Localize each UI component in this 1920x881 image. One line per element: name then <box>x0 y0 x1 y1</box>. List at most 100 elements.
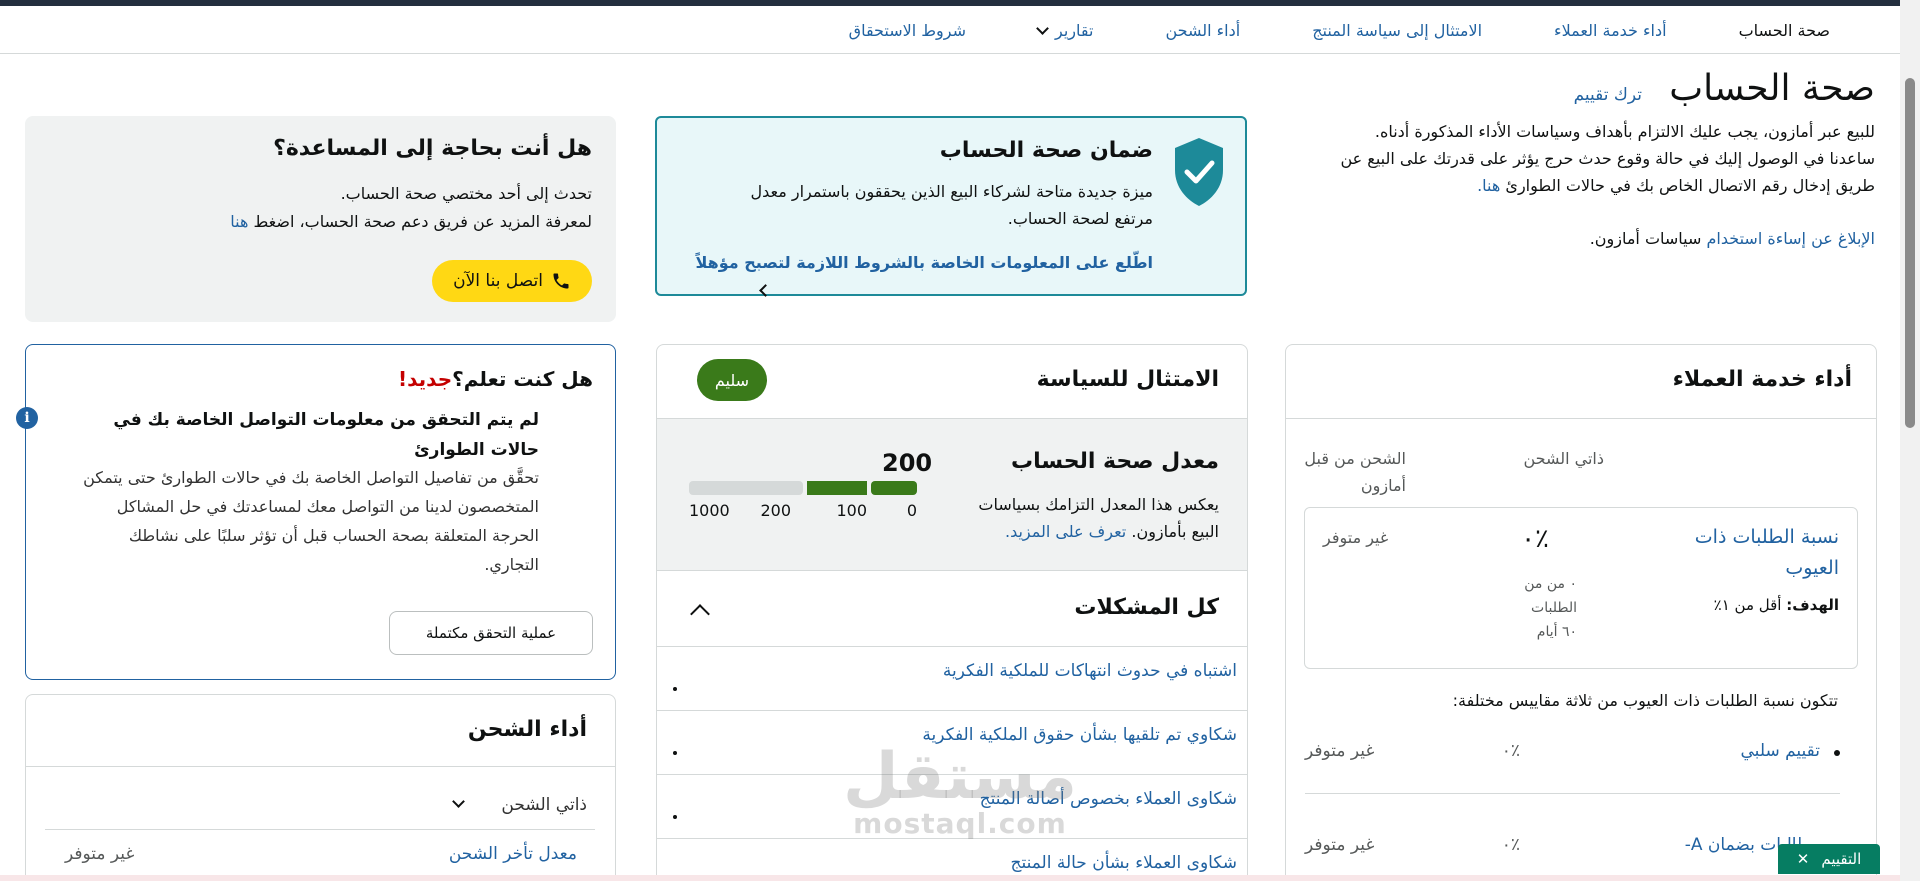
col-seller-fulfilled: ذاتي الشحن <box>1523 449 1604 468</box>
late-shipment-rate-link[interactable]: معدل تأخر الشحن <box>449 844 577 864</box>
did-you-know-subtitle: لم يتم التحقق من معلومات التواصل الخاصة … <box>113 410 539 460</box>
chevron-left-icon[interactable] <box>759 284 772 297</box>
contact-us-button[interactable]: اتصل بنا الآن <box>432 260 592 302</box>
did-you-know-card: هل كنت تعلم؟جديد! i لم يتم التحقق من معل… <box>16 344 616 680</box>
scale-tick: 200 <box>760 501 791 520</box>
nav-reports-link[interactable]: تقارير <box>1055 21 1093 40</box>
shipping-title: أداء الشحن <box>467 717 587 742</box>
intro-paragraph: للبيع عبر أمازون، يجب عليك الالتزام بأهد… <box>1285 118 1875 199</box>
guarantee-desc-1: ميزة جديدة متاحة لشركاء البيع الذين يحقق… <box>750 182 1153 201</box>
goal-label: الهدف: <box>1786 596 1839 614</box>
scrollbar-thumb[interactable] <box>1905 78 1915 428</box>
col-fba-line-2: أمازون <box>1360 476 1406 495</box>
col-fba-line-1: الشحن من قبل <box>1304 449 1406 468</box>
detail-line-3: ٦٠ أيام <box>1536 624 1577 640</box>
divider <box>1305 793 1840 794</box>
intro-line-3: طريق إدخال رقم الاتصال الخاص بك في حالات… <box>1505 176 1875 195</box>
detail-line-1: ٠ من من <box>1524 576 1577 592</box>
metric-value: ٪٠ <box>1501 741 1520 761</box>
nav-customer-service[interactable]: أداء خدمة العملاء <box>1554 21 1667 40</box>
bullet <box>1834 750 1840 756</box>
info-icon: i <box>16 407 38 429</box>
issue-row: اشتباه في حدوث انتهاكات للملكية الفكرية <box>657 647 1247 711</box>
odr-composition-text: تتكون نسبة الطلبات ذات العيوب من ثلاثة م… <box>1452 691 1838 710</box>
did-you-know-title: هل كنت تعلم؟جديد! <box>398 367 593 391</box>
shipping-header: أداء الشحن <box>26 695 615 767</box>
order-defect-rate-box: نسبة الطلبات ذات العيوب الهدف: أقل من ١٪… <box>1304 507 1858 669</box>
help-here-link[interactable]: هنا <box>230 212 248 231</box>
help-line-2-text: لمعرفة المزيد عن فريق دعم صحة الحساب، اض… <box>253 212 592 231</box>
bar-segment-2 <box>689 481 803 495</box>
ahr-score-bar <box>689 481 917 495</box>
nav-account-health[interactable]: صحة الحساب <box>1739 21 1830 40</box>
top-nav: صحة الحساب أداء خدمة العملاء الامتثال إل… <box>0 6 1900 54</box>
intro-line-2: ساعدنا في الوصول إليك في حالة وقوع حدث ح… <box>1340 149 1875 168</box>
all-issues-title: كل المشكلات <box>1074 595 1219 620</box>
intro-text: للبيع عبر أمازون، يجب عليك الالتزام بأهد… <box>1285 118 1875 252</box>
late-shipment-value: غير متوفر <box>65 844 135 864</box>
all-issues-header[interactable]: كل المشكلات <box>657 571 1247 647</box>
scrollbar[interactable] <box>1900 0 1920 881</box>
col-fba: الشحن من قبل أمازون <box>1304 445 1406 499</box>
nav-eligibility-link[interactable]: شروط الاستحقاق <box>849 21 966 40</box>
nav-reports[interactable]: تقارير <box>1036 21 1093 40</box>
watermark: مستقل mostaql.com <box>840 745 1080 839</box>
chevron-down-icon[interactable] <box>452 795 465 808</box>
did-you-know-text: هل كنت تعلم؟ <box>452 367 593 391</box>
nav-customer-service-link[interactable]: أداء خدمة العملاء <box>1554 21 1667 40</box>
did-you-know-body: تحقَّق من تفاصيل التواصل الخاصة بك في حا… <box>83 468 539 574</box>
watermark-line-1: مستقل <box>842 740 1078 814</box>
contact-us-label: اتصل بنا الآن <box>453 271 543 291</box>
watermark-line-2: mostaql.com <box>853 807 1067 840</box>
report-abuse-link[interactable]: الإبلاغ عن إساءة استخدام <box>1707 229 1876 248</box>
policy-header: الامتثال للسياسة سليم <box>657 345 1247 419</box>
scale-tick: 0 <box>906 501 917 520</box>
chevron-up-icon[interactable] <box>690 604 710 624</box>
status-badge: سليم <box>697 359 767 401</box>
nav-shipping[interactable]: أداء الشحن <box>1165 21 1240 40</box>
verification-complete-button[interactable]: عملية التحقق مكتملة <box>389 611 593 655</box>
guarantee-desc-2: مرتفع لصحة الحساب. <box>1007 209 1153 228</box>
page-title: صحة الحساب <box>1669 68 1875 109</box>
metric-not-available: غير متوفر <box>1305 835 1375 855</box>
scale-tick: 100 <box>836 501 867 520</box>
ahr-description: يعكس هذا المعدل التزامك بسياسات البيع بأ… <box>919 491 1219 545</box>
chevron-down-icon <box>1036 21 1049 35</box>
emergency-contact-link[interactable]: هنا. <box>1477 176 1500 195</box>
issue-link[interactable]: شكاوى العملاء بشأن حالة المنتج <box>1010 853 1237 873</box>
shield-check-icon <box>1175 138 1223 206</box>
phone-icon <box>553 273 569 289</box>
policy-title: الامتثال للسياسة <box>1036 367 1219 392</box>
bullet <box>673 815 677 819</box>
learn-more-link[interactable]: تعرف على المزيد. <box>1005 522 1126 541</box>
shipping-metric-box: معدل تأخر الشحن غير متوفر <box>45 829 595 881</box>
customer-service-header: أداء خدمة العملاء <box>1286 345 1876 419</box>
feedback-link[interactable]: ترك تقييم <box>1574 85 1642 105</box>
metric-not-available: غير متوفر <box>1305 741 1375 761</box>
account-health-rating: معدل صحة الحساب يعكس هذا المعدل التزامك … <box>657 419 1247 571</box>
rating-tab[interactable]: التقييم ✕ <box>1778 844 1880 874</box>
nav-product-policy[interactable]: الامتثال إلى سياسة المنتج <box>1312 21 1482 40</box>
negative-feedback-link[interactable]: تقييم سلبي <box>1741 741 1820 761</box>
issue-link[interactable]: اشتباه في حدوث انتهاكات للملكية الفكرية <box>943 661 1237 681</box>
guarantee-cta-link[interactable]: اطّلع على المعلومات الخاصة بالشروط اللاز… <box>696 253 1153 272</box>
order-defect-rate-link[interactable]: نسبة الطلبات ذات العيوب <box>1689 522 1839 584</box>
report-rest: سياسات أمازون. <box>1589 229 1702 248</box>
detail-line-2: الطلبات <box>1531 600 1577 616</box>
fulfillment-selector[interactable]: ذاتي الشحن <box>501 795 587 815</box>
bullet <box>673 751 677 755</box>
report-paragraph: الإبلاغ عن إساءة استخدام سياسات أمازون. <box>1285 225 1875 252</box>
nav-product-policy-link[interactable]: الامتثال إلى سياسة المنتج <box>1312 21 1482 40</box>
shipping-performance-card: أداء الشحن ذاتي الشحن معدل تأخر الشحن غي… <box>25 694 616 881</box>
intro-line-1: للبيع عبر أمازون، يجب عليك الالتزام بأهد… <box>1374 122 1875 141</box>
close-icon[interactable]: ✕ <box>1797 850 1810 868</box>
metric-row: مطالبات بضمان A- ٪٠ غير متوفر <box>1305 835 1840 875</box>
ahr-desc-2: البيع بأمازون. <box>1131 522 1219 541</box>
help-line-1: تحدث إلى أحد مختصي صحة الحساب. <box>340 184 592 203</box>
goal-value: أقل من ١٪ <box>1713 596 1782 614</box>
order-defect-goal: الهدف: أقل من ١٪ <box>1714 596 1839 614</box>
nav-shipping-link[interactable]: أداء الشحن <box>1165 21 1240 40</box>
ahr-title: معدل صحة الحساب <box>1010 449 1219 474</box>
nav-eligibility[interactable]: شروط الاستحقاق <box>849 21 966 40</box>
account-health-guarantee-card: ضمان صحة الحساب ميزة جديدة متاحة لشركاء … <box>655 116 1247 297</box>
